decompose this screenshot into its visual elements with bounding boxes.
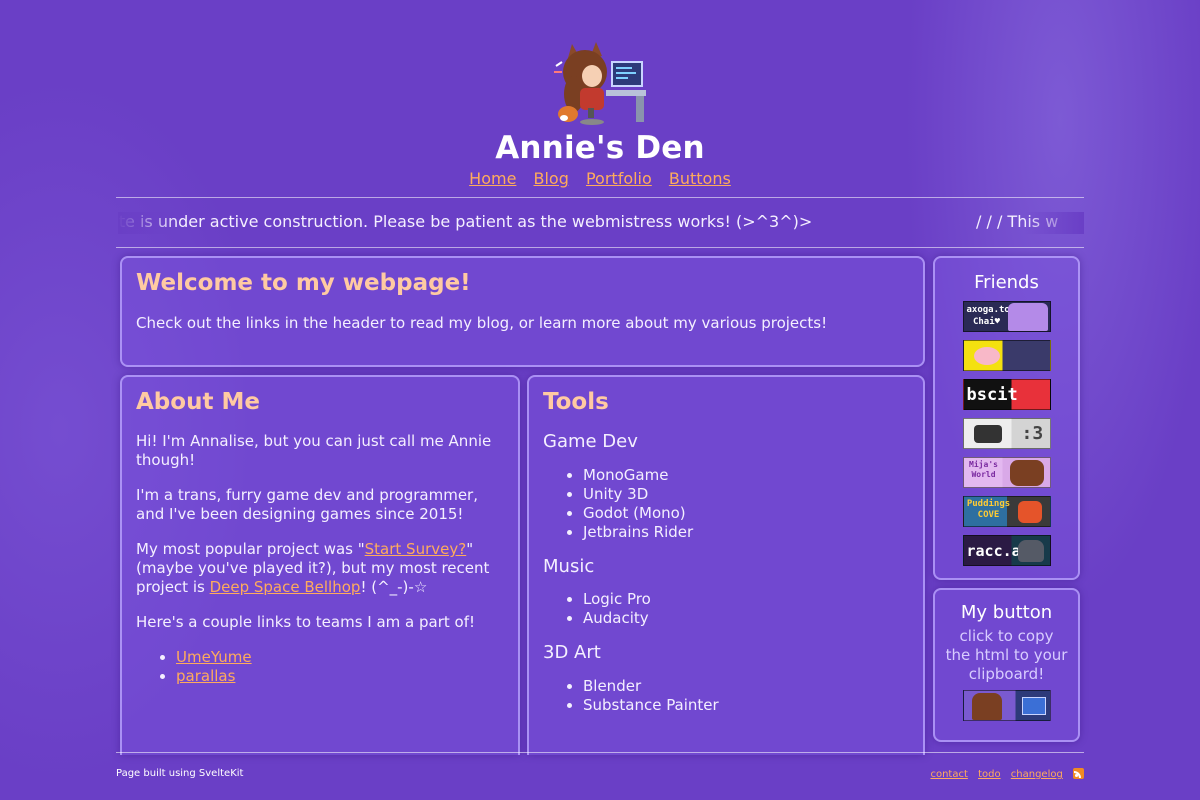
yellow-bird-badge[interactable] (962, 340, 1051, 371)
welcome-text: Check out the links in the header to rea… (136, 314, 828, 332)
list-item: Substance Painter (583, 696, 909, 715)
badge-text: axoga.to Chai♥ (966, 305, 1010, 327)
glasses-face-badge[interactable]: :3 (962, 418, 1051, 449)
site-avatar (554, 42, 646, 125)
tools-panel: Tools Game Dev MonoGame Unity 3D Godot (… (527, 375, 925, 755)
list-item: Logic Pro (583, 590, 909, 609)
teams-list: UmeYume parallas (136, 648, 504, 686)
about-panel: About Me Hi! I'm Annalise, but you can j… (120, 375, 520, 755)
badge-text: Puddings COVE (966, 499, 1011, 520)
ticker-text: site is under active construction. Pleas… (118, 212, 813, 231)
list-item: parallas (176, 667, 504, 686)
friends-panel: Friends axoga.to Chai♥ bscit :3 Mija's W… (933, 256, 1080, 580)
ticker-fade-right (1024, 212, 1084, 234)
header-divider (116, 197, 1084, 198)
about-gamedev: I'm a trans, furry game dev and programm… (136, 486, 478, 523)
tools-list: MonoGame Unity 3D Godot (Mono) Jetbrains… (543, 466, 909, 542)
nav-buttons[interactable]: Buttons (669, 169, 731, 188)
welcome-heading: Welcome to my webpage! (136, 270, 471, 296)
nav-home[interactable]: Home (469, 169, 516, 188)
start-survey-link[interactable]: Start Survey? (365, 540, 467, 558)
bscit-badge[interactable]: bscit (962, 379, 1051, 410)
badge-text: :3 (1021, 423, 1044, 444)
list-item: Blender (583, 677, 909, 696)
footer-link-changelog[interactable]: changelog (1011, 769, 1063, 780)
tools-group-title: Music (543, 556, 595, 577)
site-title: Annie's Den (495, 130, 705, 166)
rss-icon[interactable] (1073, 768, 1084, 779)
ticker-divider (116, 247, 1084, 248)
friends-heading: Friends (974, 272, 1039, 293)
list-item: UmeYume (176, 648, 504, 667)
raccoon-badge[interactable]: racc.at (962, 535, 1051, 566)
footer-divider (116, 752, 1084, 753)
nav-blog[interactable]: Blog (534, 169, 569, 188)
about-projects-text-a: My most popular project was " (136, 540, 365, 558)
my-button-panel: My button click to copy the html to your… (933, 588, 1080, 742)
my-button-hint: click to copy the html to your clipboard… (945, 627, 1068, 683)
list-item: Jetbrains Rider (583, 523, 909, 542)
pudding-cove-badge[interactable]: Puddings COVE (962, 496, 1051, 527)
footer-link-todo[interactable]: todo (978, 769, 1001, 780)
list-item: MonoGame (583, 466, 909, 485)
team-link-umeyume[interactable]: UmeYume (176, 648, 252, 666)
deep-space-bellhop-link[interactable]: Deep Space Bellhop (210, 578, 361, 596)
welcome-panel: Welcome to my webpage! Check out the lin… (120, 256, 925, 367)
pixel-cat-badge[interactable]: axoga.to Chai♥ (962, 301, 1051, 332)
tools-group-title: Game Dev (543, 431, 638, 452)
construction-ticker: site is under active construction. Pleas… (118, 212, 1084, 234)
footer-links: contact todo changelog (923, 768, 1084, 780)
tools-list: Blender Substance Painter (543, 677, 909, 715)
about-intro: Hi! I'm Annalise, but you can just call … (136, 432, 492, 469)
built-with-note: Page built using SvelteKit (116, 768, 244, 779)
ticker-fade-left (118, 212, 178, 234)
tools-list: Logic Pro Audacity (543, 590, 909, 628)
team-link-parallas[interactable]: parallas (176, 667, 235, 685)
mija-badge[interactable]: Mija's World (962, 457, 1051, 488)
about-teams-intro: Here's a couple links to teams I am a pa… (136, 613, 476, 631)
my-button-heading: My button (960, 602, 1053, 623)
about-projects: My most popular project was "Start Surve… (136, 540, 504, 597)
list-item: Godot (Mono) (583, 504, 909, 523)
tools-group-title: 3D Art (543, 642, 601, 663)
own-site-badge[interactable] (962, 690, 1051, 721)
badge-text: bscit (966, 385, 1018, 405)
main-nav: Home Blog Portfolio Buttons (0, 169, 1200, 188)
list-item: Unity 3D (583, 485, 909, 504)
about-projects-text-c: ! (^_-)-☆ (360, 578, 428, 596)
badge-text: Mija's World (969, 460, 998, 479)
about-heading: About Me (136, 389, 260, 415)
tools-heading: Tools (543, 389, 609, 415)
footer-link-contact[interactable]: contact (930, 769, 967, 780)
nav-portfolio[interactable]: Portfolio (586, 169, 652, 188)
list-item: Audacity (583, 609, 909, 628)
